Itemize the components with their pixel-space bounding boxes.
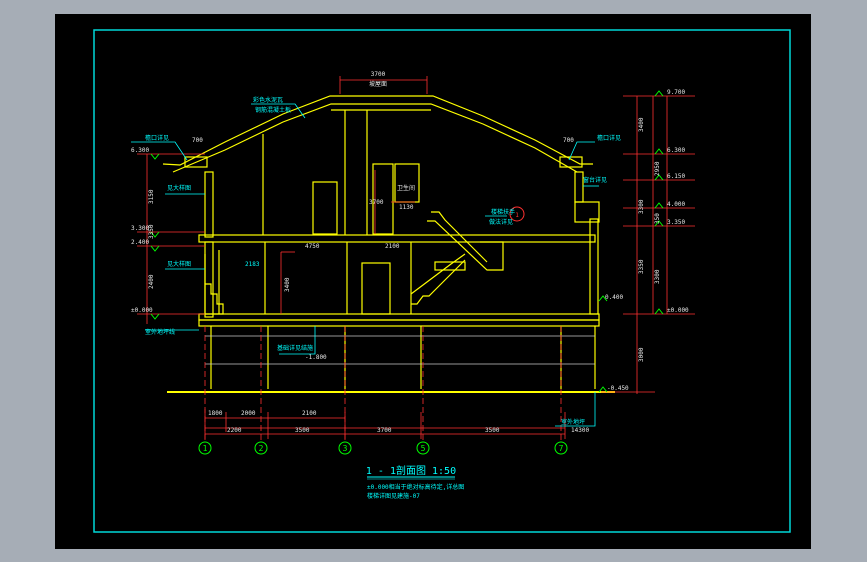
axis-label-2: 2 [259,444,264,453]
basement-elev: -1.800 [305,354,327,361]
right-elev-4: 4.000 [667,201,685,208]
left-note-2: 见大样图 [167,260,191,268]
drawing-note-2: 楼梯详图见建施-07 [367,492,420,500]
second-floor-slab [198,234,596,243]
stair-note-a: 楼梯扶手 [491,208,515,216]
interior-dim-1: 2183 [245,261,260,268]
bottom-dim-r1-2: 2000 [241,410,256,417]
roof-outline [162,95,593,166]
stair-landing [434,261,466,271]
bottom-dim-r2-3: 3700 [377,427,392,434]
right-vdim-5: 350 [654,213,661,224]
right-elev-1: 9.700 [667,89,685,96]
floor-dim-3: 3700 [369,199,384,206]
roof-label-a: 彩色水泥瓦 [253,96,283,104]
eave-left-dim: 700 [192,137,203,144]
sheet-border [93,29,791,533]
bottom-dim-r1-3: 2100 [302,410,317,417]
right-vdim-1: 3400 [638,117,645,132]
foundation-beam [198,319,600,327]
right-elev-2: 6.300 [667,147,685,154]
room-label-1: 卫生间 [397,184,415,192]
right-vdim-6: 3300 [654,269,661,284]
callout-mark: 1 [515,212,519,219]
interior-dim-3: 1130 [399,204,414,211]
floor-dim-2: 2100 [385,243,400,250]
bottom-dim-r2-2: 3500 [295,427,310,434]
labels: 3700 坡屋面 彩色水泥瓦 钢筋混凝土板 檐口详见 檐口详见 700 700 … [131,71,689,453]
right-vdim-2: 2950 [654,161,661,176]
drawing-note-1: ±0.000相当于绝对标高待定,详总图 [367,483,464,491]
left-vdim-2: 3350 [148,224,155,239]
axis-label-5: 5 [421,444,426,453]
stair-upper-flight [431,211,488,263]
left-vdim-1: 3150 [148,189,155,204]
ridge-dim: 3700 [371,71,386,78]
left-vdim-3: 2400 [148,274,155,289]
ridge-label: 坡屋面 [369,80,387,88]
right-vdim-3: 3300 [638,199,645,214]
bottom-dim-r2-1: 2200 [227,427,242,434]
left-wall-lower [204,241,214,318]
basement-lines [205,335,595,365]
grid-axes [198,441,568,455]
eave-left-label: 檐口详见 [145,134,169,142]
axis-label-3: 3 [343,444,348,453]
bottom-right-note: 室外地坪 [561,418,585,426]
right-elev-3: 6.150 [667,173,685,180]
floor-dim-1: 4750 [305,243,320,250]
bottom-dim-r2-4: 3500 [485,427,500,434]
left-wall-upper [204,171,214,238]
stair-note-b: 做法详见 [489,218,513,226]
interior-dim-2: 3400 [284,277,291,292]
right-vdim-7: 3000 [638,347,645,362]
door-lower [361,262,391,315]
right-elev-6: 0.400 [605,294,623,301]
axis-label-1: 1 [203,444,208,453]
stair-lower-flight [411,259,466,305]
basement-note: 基础详见结施 [277,344,313,352]
left-note-1: 见大样图 [167,184,191,192]
ground-floor-slab [198,313,600,321]
left-stair [204,254,224,315]
drawing-sheet[interactable]: 3700 坡屋面 彩色水泥瓦 钢筋混凝土板 檐口详见 檐口详见 700 700 … [55,14,811,549]
right-wall-upper [574,171,584,203]
eave-right-label: 檐口详见 [597,134,621,142]
right-vdim-4: 3350 [638,259,645,274]
drawing-title: 1 - 1剖面图 1:50 [366,464,456,477]
door-upper [312,181,338,235]
room-box-upper [394,163,420,203]
left-elev-2: 3.300 [131,225,149,232]
axis-label-7: 7 [559,444,564,453]
left-elev-3: 2.400 [131,239,149,246]
right-elev-7: ±0.000 [667,307,689,314]
right-elev-5: 3.350 [667,219,685,226]
left-note-3: 室外地坪线 [145,328,175,336]
section-drawing: 3700 坡屋面 彩色水泥瓦 钢筋混凝土板 檐口详见 檐口详见 700 700 … [93,29,791,533]
right-note: 窗台详见 [583,176,607,184]
right-wall-lower [589,218,599,315]
right-elev-8: -0.450 [607,385,629,392]
stair-rail-lower [410,253,466,295]
note-leaders [131,103,599,427]
cad-viewport[interactable]: 3700 坡屋面 彩色水泥瓦 钢筋混凝土板 檐口详见 檐口详见 700 700 … [0,0,867,562]
bottom-dim-r1-1: 1800 [208,410,223,417]
right-eave [559,156,583,168]
left-elev-1: 6.300 [131,147,149,154]
total-dim: 14300 [571,427,589,434]
roof-label-b: 钢筋混凝土板 [255,106,291,114]
left-elev-4: ±0.000 [131,307,153,314]
eave-right-dim: 700 [563,137,574,144]
